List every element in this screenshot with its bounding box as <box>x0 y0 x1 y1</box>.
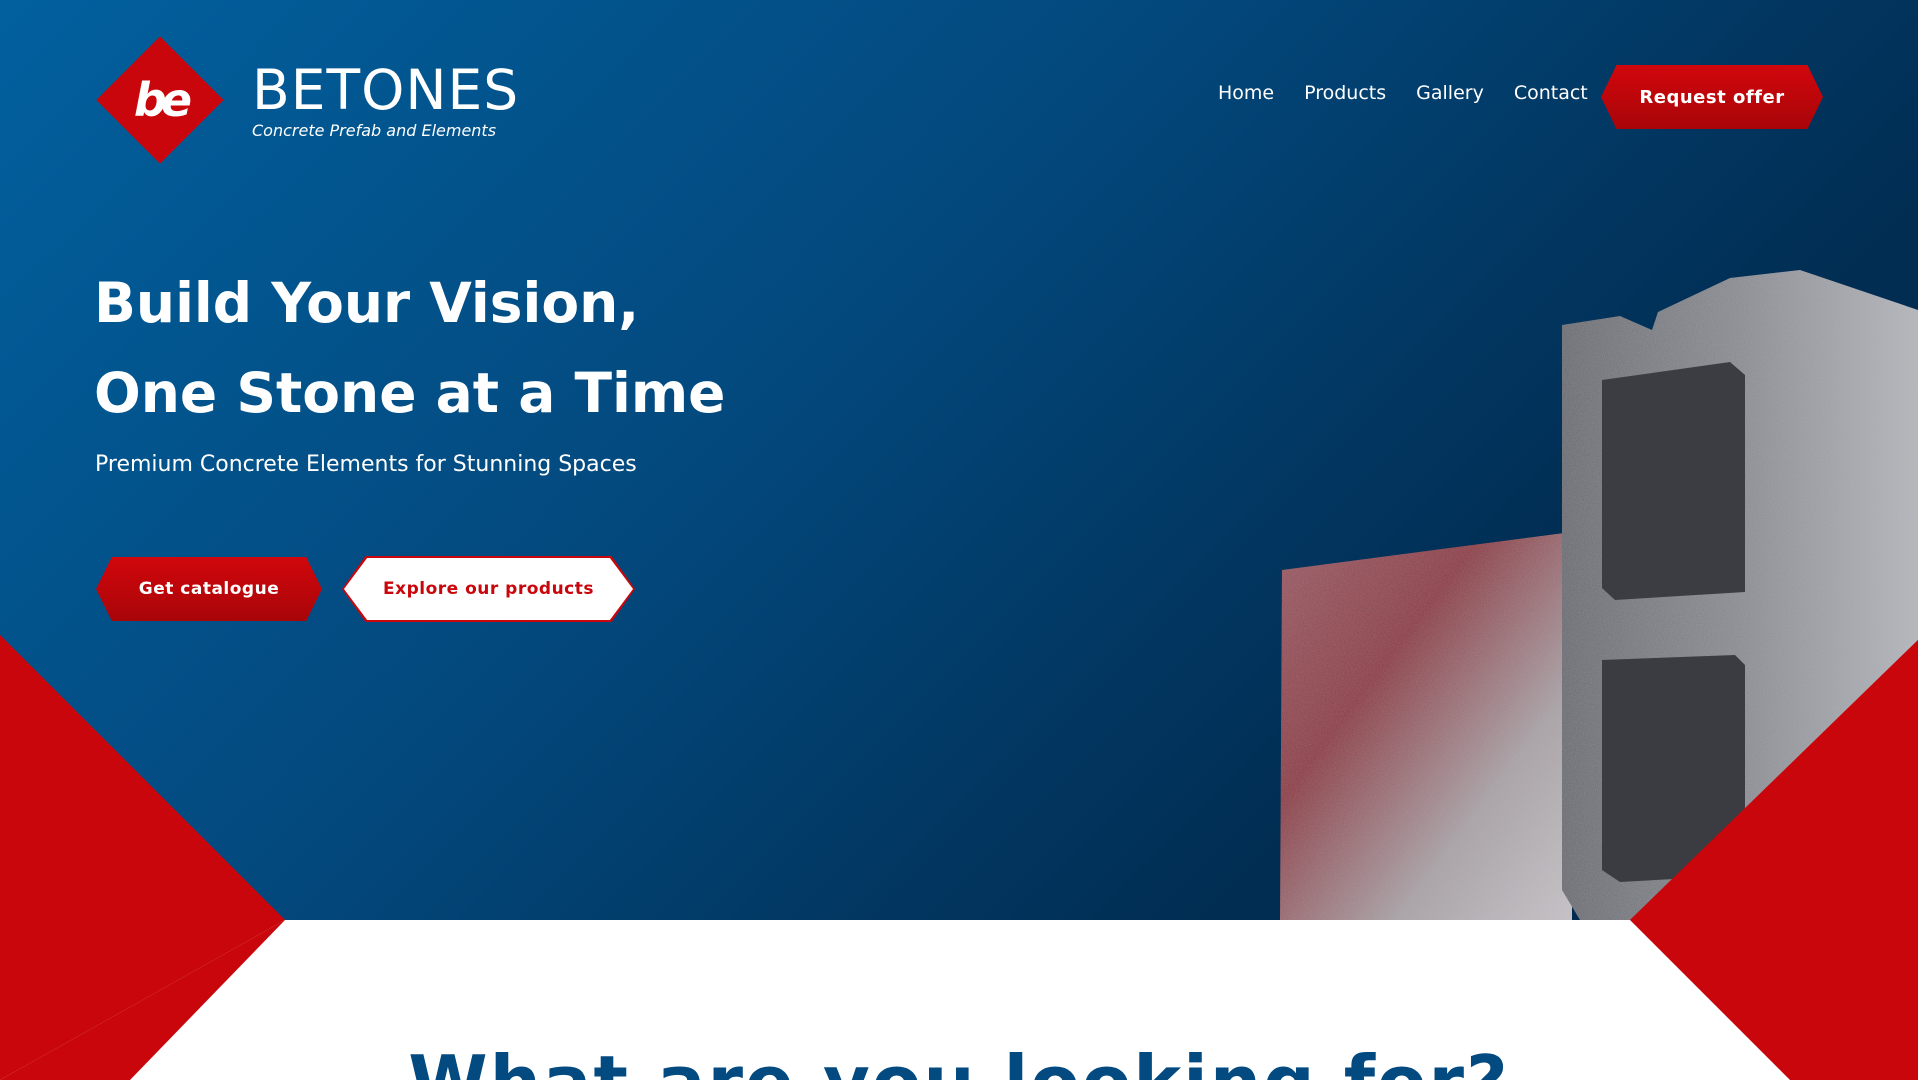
section-title: What are you looking for? <box>0 1040 1918 1080</box>
red-corner-shapes-lower <box>0 635 1918 1080</box>
